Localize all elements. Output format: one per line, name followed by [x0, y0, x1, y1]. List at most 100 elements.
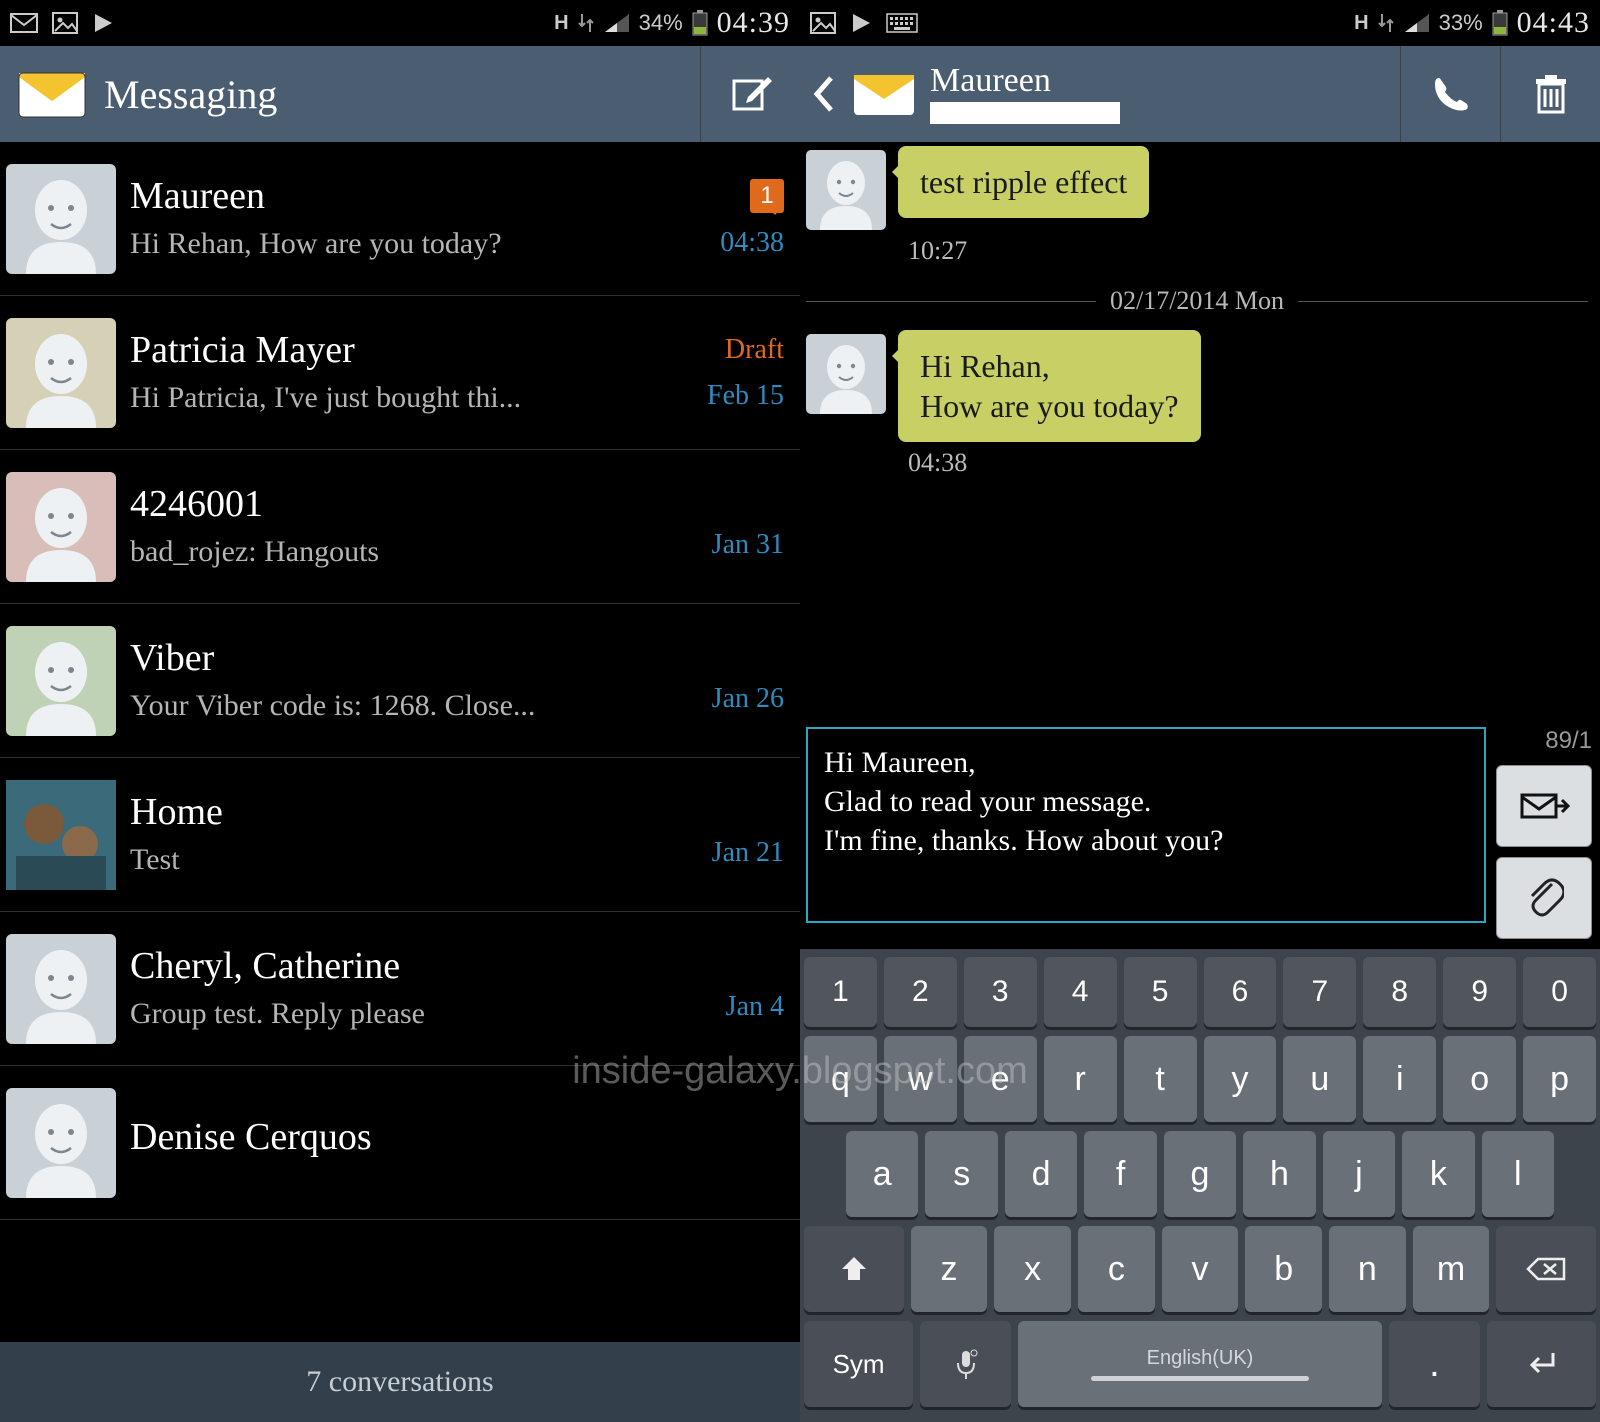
mail-icon [10, 13, 38, 33]
conversation-row[interactable]: Patricia Mayer Hi Patricia, I've just bo… [0, 296, 800, 450]
date-divider: 02/17/2014 Mon [806, 286, 1588, 316]
key-sym[interactable]: Sym [804, 1321, 913, 1407]
message-input[interactable]: Hi Maureen, Glad to read your message. I… [806, 727, 1486, 923]
key-w[interactable]: w [884, 1036, 957, 1122]
conversation-count: 7 conversations [0, 1342, 800, 1422]
char-counter: 89/1 [1496, 727, 1592, 755]
conversation-row[interactable]: Home Test Jan 21 [0, 758, 800, 912]
conversation-preview: Hi Patricia, I've just bought thi... [130, 381, 664, 415]
conversation-row[interactable]: Cheryl, Catherine Group test. Reply plea… [0, 912, 800, 1066]
key-backspace[interactable] [1496, 1226, 1596, 1312]
avatar [6, 934, 116, 1044]
key-t[interactable]: t [1124, 1036, 1197, 1122]
key-z[interactable]: z [911, 1226, 988, 1312]
key-f[interactable]: f [1084, 1131, 1156, 1217]
thread-title: Maureen [930, 64, 1400, 124]
conversation-row[interactable]: Maureen Hi Rehan, How are you today? 1 0… [0, 142, 800, 296]
message-time: 10:27 [908, 236, 1588, 266]
key-k[interactable]: k [1402, 1131, 1474, 1217]
conversation-row[interactable]: 4246001 bad_rojez: Hangouts Jan 31 [0, 450, 800, 604]
key-7[interactable]: 7 [1283, 957, 1356, 1027]
delete-button[interactable] [1500, 46, 1600, 142]
key-v[interactable]: v [1162, 1226, 1239, 1312]
battery-percent: 34% [639, 10, 683, 36]
key-1[interactable]: 1 [804, 957, 877, 1027]
conversation-preview: Hi Rehan, How are you today? [130, 227, 664, 261]
conversation-list[interactable]: Maureen Hi Rehan, How are you today? 1 0… [0, 142, 800, 1342]
key-0[interactable]: 0 [1523, 957, 1596, 1027]
status-clock: 04:43 [1517, 6, 1590, 40]
thread-header: Maureen [800, 46, 1600, 142]
avatar [806, 150, 886, 230]
conversation-row[interactable]: Denise Cerquos [0, 1066, 800, 1220]
conversation-time: Jan 26 [712, 683, 784, 715]
key-r[interactable]: r [1044, 1036, 1117, 1122]
signal-icon [603, 12, 631, 34]
conversation-name: Maureen [130, 176, 664, 218]
message-bubble: test ripple effect [898, 146, 1149, 218]
key-g[interactable]: g [1164, 1131, 1236, 1217]
incoming-message[interactable]: test ripple effect [806, 146, 1588, 230]
key-a[interactable]: a [846, 1131, 918, 1217]
key-4[interactable]: 4 [1044, 957, 1117, 1027]
key-d[interactable]: d [1005, 1131, 1077, 1217]
incoming-message[interactable]: Hi Rehan, How are you today? [806, 330, 1588, 442]
message-thread[interactable]: test ripple effect 10:27 02/17/2014 Mon … [800, 142, 1600, 721]
status-bar: H 34% 04:39 [0, 0, 800, 46]
key-n[interactable]: n [1329, 1226, 1406, 1312]
conversation-preview: bad_rojez: Hangouts [130, 535, 664, 569]
key-2[interactable]: 2 [884, 957, 957, 1027]
battery-icon [1491, 9, 1509, 37]
key-x[interactable]: x [994, 1226, 1071, 1312]
key-8[interactable]: 8 [1363, 957, 1436, 1027]
send-button[interactable] [1496, 765, 1592, 847]
key-p[interactable]: p [1523, 1036, 1596, 1122]
network-h-icon: H [554, 12, 568, 35]
back-button[interactable] [800, 46, 930, 142]
conversation-row[interactable]: Viber Your Viber code is: 1268. Close...… [0, 604, 800, 758]
app-header: Messaging [0, 46, 800, 142]
key-h[interactable]: h [1243, 1131, 1315, 1217]
attach-button[interactable] [1496, 857, 1592, 939]
key-i[interactable]: i [1363, 1036, 1436, 1122]
message-bubble: Hi Rehan, How are you today? [898, 330, 1201, 442]
key-y[interactable]: y [1204, 1036, 1277, 1122]
unread-badge: 1 [750, 179, 784, 213]
contact-number-redacted [930, 102, 1120, 124]
messaging-app-icon [16, 66, 88, 122]
key-s[interactable]: s [925, 1131, 997, 1217]
key-period[interactable]: . [1389, 1321, 1480, 1407]
key-o[interactable]: o [1443, 1036, 1516, 1122]
key-j[interactable]: j [1323, 1131, 1395, 1217]
key-6[interactable]: 6 [1204, 957, 1277, 1027]
conversation-time: Jan 31 [712, 529, 784, 561]
key-m[interactable]: m [1413, 1226, 1490, 1312]
key-q[interactable]: q [804, 1036, 877, 1122]
avatar [6, 164, 116, 274]
conversation-preview: Test [130, 843, 664, 877]
key-3[interactable]: 3 [964, 957, 1037, 1027]
avatar [806, 334, 886, 414]
keyboard-icon [886, 13, 918, 33]
key-e[interactable]: e [964, 1036, 1037, 1122]
compose-button[interactable] [700, 46, 800, 142]
key-voice[interactable] [920, 1321, 1011, 1407]
key-c[interactable]: c [1078, 1226, 1155, 1312]
image-icon [52, 12, 78, 34]
key-9[interactable]: 9 [1443, 957, 1516, 1027]
key-enter[interactable] [1487, 1321, 1596, 1407]
data-arrows-icon [577, 12, 595, 34]
network-h-icon: H [1354, 12, 1368, 35]
status-bar: H 33% 04:43 [800, 0, 1600, 46]
app-title: Messaging [104, 71, 700, 118]
data-arrows-icon [1377, 12, 1395, 34]
key-l[interactable]: l [1482, 1131, 1554, 1217]
key-b[interactable]: b [1245, 1226, 1322, 1312]
key-u[interactable]: u [1283, 1036, 1356, 1122]
key-5[interactable]: 5 [1124, 957, 1197, 1027]
message-time: 04:38 [908, 448, 1588, 478]
avatar [6, 472, 116, 582]
call-button[interactable] [1400, 46, 1500, 142]
key-space[interactable]: English(UK) [1018, 1321, 1382, 1407]
key-shift[interactable] [804, 1226, 904, 1312]
